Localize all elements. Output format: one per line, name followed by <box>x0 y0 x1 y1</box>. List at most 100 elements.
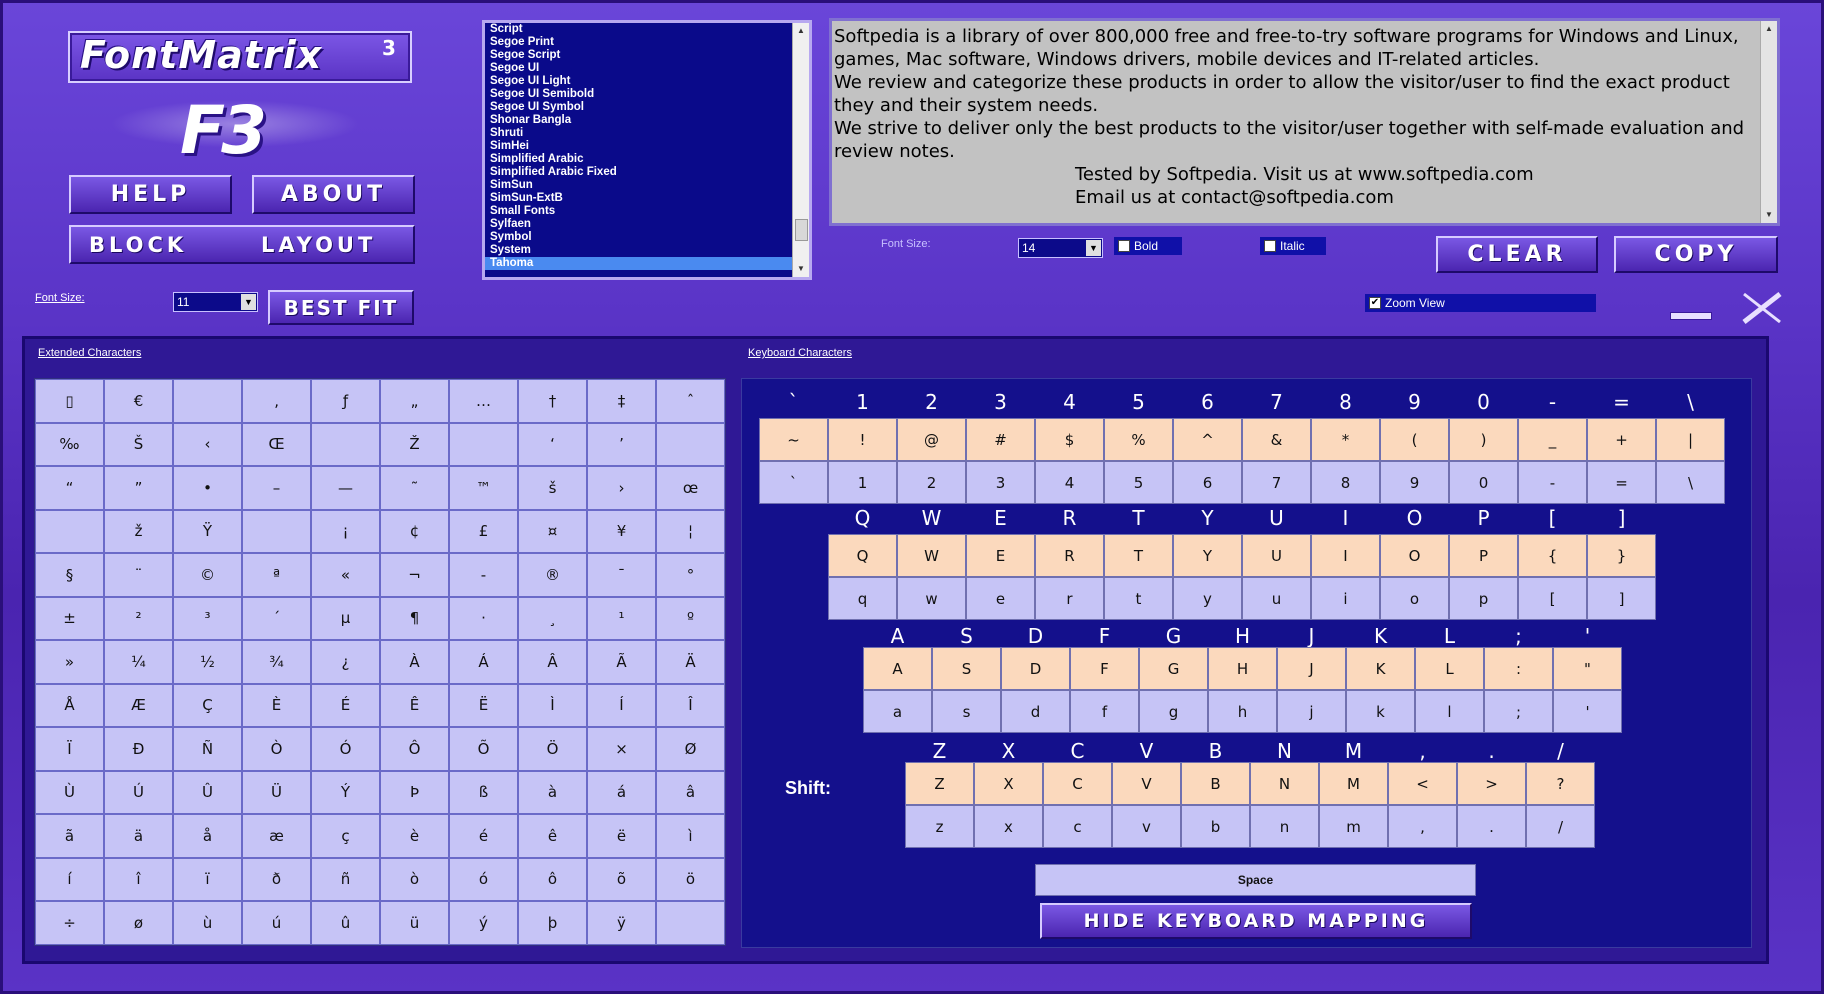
chevron-down-icon[interactable]: ▼ <box>241 294 256 310</box>
font-list-item[interactable]: Segoe UI <box>485 62 809 75</box>
extended-char-cell[interactable]: ÷ <box>35 901 104 945</box>
preview-font-size-select[interactable]: 14 ▼ <box>1018 238 1103 258</box>
extended-char-cell[interactable]: ¨ <box>104 553 173 597</box>
copy-button[interactable]: COPY <box>1614 236 1778 273</box>
key[interactable]: ; <box>1484 690 1553 733</box>
extended-char-cell[interactable]: ï <box>173 857 242 901</box>
extended-char-cell[interactable]: ñ <box>311 857 380 901</box>
shift-key[interactable]: ) <box>1449 418 1518 461</box>
extended-char-cell[interactable]: ¼ <box>104 640 173 684</box>
shift-key[interactable]: " <box>1553 647 1622 690</box>
close-icon[interactable] <box>1740 290 1784 326</box>
shift-key[interactable]: < <box>1388 762 1457 805</box>
shift-key[interactable]: X <box>974 762 1043 805</box>
font-list-item[interactable]: Shonar Bangla <box>485 114 809 127</box>
key[interactable]: l <box>1415 690 1484 733</box>
extended-char-cell[interactable]: Ê <box>380 683 449 727</box>
key[interactable]: 2 <box>897 461 966 504</box>
key[interactable]: / <box>1526 805 1595 848</box>
extended-char-cell[interactable]: ´ <box>242 596 311 640</box>
extended-char-cell[interactable]: ë <box>587 814 656 858</box>
extended-char-cell[interactable]: ¹ <box>587 596 656 640</box>
about-button[interactable]: ABOUT <box>252 175 415 214</box>
extended-char-cell[interactable]: ó <box>449 857 518 901</box>
extended-char-cell[interactable]: » <box>35 640 104 684</box>
extended-char-cell[interactable]: § <box>35 553 104 597</box>
extended-char-cell[interactable]: é <box>449 814 518 858</box>
key[interactable]: h <box>1208 690 1277 733</box>
bold-checkbox[interactable]: Bold <box>1114 237 1182 255</box>
extended-char-cell[interactable]: ô <box>518 857 587 901</box>
shift-key[interactable]: Z <box>905 762 974 805</box>
extended-char-cell[interactable]: Á <box>449 640 518 684</box>
extended-char-cell[interactable]: Ó <box>311 727 380 771</box>
extended-char-cell[interactable]: Ý <box>311 770 380 814</box>
extended-char-cell[interactable]: ‡ <box>587 379 656 423</box>
key[interactable]: ] <box>1587 577 1656 620</box>
zoom-view-checkbox-box[interactable]: ✔ <box>1369 297 1381 309</box>
key[interactable]: 6 <box>1173 461 1242 504</box>
shift-key[interactable]: { <box>1518 534 1587 577</box>
extended-char-cell[interactable]: ø <box>104 901 173 945</box>
extended-char-cell[interactable]: í <box>35 857 104 901</box>
extended-char-cell[interactable]: á <box>587 770 656 814</box>
extended-char-cell[interactable]: › <box>587 466 656 510</box>
extended-char-cell[interactable]: ‚ <box>242 379 311 423</box>
extended-char-cell[interactable]: þ <box>518 901 587 945</box>
extended-char-cell[interactable]: Ã <box>587 640 656 684</box>
shift-key[interactable]: : <box>1484 647 1553 690</box>
key[interactable]: z <box>905 805 974 848</box>
extended-char-cell[interactable]: º <box>656 596 725 640</box>
extended-char-cell[interactable]: î <box>104 857 173 901</box>
extended-char-cell[interactable]: ¿ <box>311 640 380 684</box>
extended-char-cell[interactable]: ä <box>104 814 173 858</box>
key[interactable]: s <box>932 690 1001 733</box>
extended-char-cell[interactable]: ˆ <box>656 379 725 423</box>
extended-char-cell[interactable] <box>173 379 242 423</box>
extended-char-cell[interactable]: ▯ <box>35 379 104 423</box>
shift-key[interactable]: ! <box>828 418 897 461</box>
scroll-thumb[interactable] <box>795 219 808 241</box>
key[interactable]: g <box>1139 690 1208 733</box>
shift-key[interactable]: J <box>1277 647 1346 690</box>
extended-char-cell[interactable]: ð <box>242 857 311 901</box>
extended-char-cell[interactable] <box>449 422 518 466</box>
shift-key[interactable]: * <box>1311 418 1380 461</box>
extended-char-cell[interactable]: Š <box>104 422 173 466</box>
font-list-item[interactable]: Sylfaen <box>485 218 809 231</box>
shift-key[interactable]: G <box>1139 647 1208 690</box>
key[interactable]: b <box>1181 805 1250 848</box>
extended-char-cell[interactable]: • <box>173 466 242 510</box>
extended-char-cell[interactable]: ” <box>104 466 173 510</box>
extended-char-cell[interactable]: ý <box>449 901 518 945</box>
font-size-select[interactable]: 11 ▼ <box>173 292 258 312</box>
shift-key[interactable]: V <box>1112 762 1181 805</box>
extended-char-cell[interactable]: ê <box>518 814 587 858</box>
key[interactable]: m <box>1319 805 1388 848</box>
shift-key[interactable]: ? <box>1526 762 1595 805</box>
extended-char-cell[interactable]: æ <box>242 814 311 858</box>
scroll-down-icon[interactable]: ▼ <box>1761 207 1777 223</box>
extended-char-cell[interactable]: ž <box>104 509 173 553</box>
shift-key[interactable]: ^ <box>1173 418 1242 461</box>
key[interactable]: w <box>897 577 966 620</box>
extended-char-cell[interactable]: ù <box>173 901 242 945</box>
key[interactable]: d <box>1001 690 1070 733</box>
extended-char-cell[interactable]: ¾ <box>242 640 311 684</box>
font-list-item[interactable]: Script <box>485 23 809 36</box>
shift-key[interactable]: # <box>966 418 1035 461</box>
extended-char-cell[interactable]: ü <box>380 901 449 945</box>
extended-char-cell[interactable]: ƒ <box>311 379 380 423</box>
font-list-item[interactable]: SimSun-ExtB <box>485 192 809 205</box>
extended-char-cell[interactable]: Ò <box>242 727 311 771</box>
shift-key[interactable]: A <box>863 647 932 690</box>
shift-key[interactable]: U <box>1242 534 1311 577</box>
key[interactable]: 5 <box>1104 461 1173 504</box>
extended-char-cell[interactable]: — <box>311 466 380 510</box>
extended-char-cell[interactable]: š <box>518 466 587 510</box>
extended-char-cell[interactable]: È <box>242 683 311 727</box>
extended-char-cell[interactable]: å <box>173 814 242 858</box>
shift-key[interactable]: ( <box>1380 418 1449 461</box>
extended-char-cell[interactable]: Í <box>587 683 656 727</box>
shift-key[interactable]: P <box>1449 534 1518 577</box>
